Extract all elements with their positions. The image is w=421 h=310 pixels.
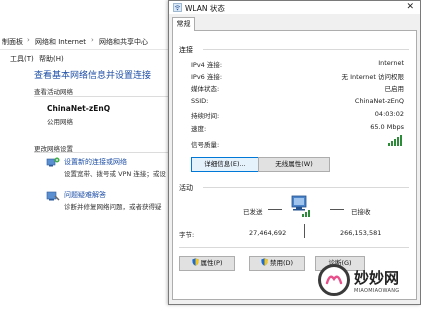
bytes-divider: [304, 224, 305, 238]
troubleshoot-icon: [46, 191, 60, 201]
breadcrumb-network-internet[interactable]: 网络和 Internet: [35, 37, 86, 47]
ipv6-value: 无 Internet 访问权限: [341, 73, 404, 81]
bytes-received-value: 266,153,581: [340, 229, 382, 237]
dialog-title: WLAN 状态: [185, 4, 225, 13]
uac-shield-icon: [191, 258, 199, 266]
divider: [34, 152, 168, 153]
new-connection-icon: [46, 157, 60, 167]
divider: [203, 49, 409, 50]
watermark-subtext: MIAOMIAOWANG: [354, 288, 400, 294]
divider: [34, 96, 168, 97]
disable-button[interactable]: 禁用(D): [249, 256, 305, 271]
menu-bar: 工具(T) 帮助(H): [0, 52, 168, 64]
signal-bar: [388, 143, 390, 146]
menu-tools[interactable]: 工具(T): [10, 54, 34, 64]
site-watermark: 妙妙网 MIAOMIAOWANG: [318, 258, 418, 303]
setup-connection-desc: 设置宽带、拨号或 VPN 连接；或设: [64, 170, 166, 178]
wireless-properties-button[interactable]: 无线属性(W): [258, 157, 330, 172]
ipv4-value: Internet: [378, 59, 404, 67]
media-state-value: 已启用: [384, 85, 405, 93]
ssid-label: SSID:: [191, 97, 209, 105]
network-type: 公用网络: [47, 118, 73, 126]
bytes-label: 字节:: [179, 231, 195, 239]
activity-line: [330, 209, 344, 210]
details-button[interactable]: 详细信息(E)...: [191, 157, 259, 172]
bytes-sent-value: 27,464,692: [249, 229, 287, 237]
divider: [179, 247, 409, 248]
received-label: 已接收: [351, 208, 371, 216]
sent-label: 已发送: [243, 208, 263, 216]
breadcrumb-separator-icon: ›: [91, 36, 94, 44]
setup-connection-link[interactable]: 设置新的连接或网络: [64, 157, 127, 167]
properties-button[interactable]: 属性(P): [179, 256, 235, 271]
connection-group-label: 连接: [179, 46, 193, 54]
signal-quality-label: 信号质量:: [191, 141, 220, 149]
signal-bar: [400, 135, 402, 146]
watermark-text: 妙妙网: [354, 269, 400, 287]
breadcrumb-separator-icon: ›: [27, 36, 30, 44]
media-state-label: 媒体状态:: [191, 85, 220, 93]
wifi-icon: [173, 3, 182, 12]
properties-button-label: 属性(P): [200, 259, 223, 267]
ipv6-label: IPv6 连接:: [191, 73, 223, 81]
speed-label: 速度:: [191, 125, 207, 133]
disable-button-label: 禁用(D): [269, 259, 294, 267]
dialog-titlebar[interactable]: WLAN 状态 ✕: [169, 1, 420, 14]
page-title: 查看基本网络信息并设置连接: [34, 71, 152, 81]
menu-help[interactable]: 帮助(H): [39, 54, 64, 64]
ipv4-label: IPv4 连接:: [191, 61, 223, 69]
tab-general[interactable]: 常规: [172, 17, 195, 31]
signal-bar: [397, 137, 399, 146]
uac-shield-icon: [261, 258, 268, 266]
network-activity-icon: [291, 195, 310, 217]
active-networks-label: 查看活动网络: [34, 88, 73, 96]
troubleshoot-link[interactable]: 问题疑难解答: [64, 190, 106, 200]
signal-bar: [394, 139, 396, 146]
activity-group-label: 活动: [179, 184, 193, 192]
speed-value: 65.0 Mbps: [370, 123, 404, 131]
troubleshoot-desc: 诊断并修复网络问题，或者获得疑: [64, 203, 162, 211]
watermark-logo-icon: [318, 264, 350, 296]
ssid-value: ChinaNet-zEnQ: [354, 97, 404, 105]
network-name: ChinaNet-zEnQ: [47, 104, 111, 113]
activity-line: [268, 209, 282, 210]
signal-bar: [391, 141, 393, 146]
duration-value: 04:03:02: [374, 110, 404, 118]
divider: [203, 187, 409, 188]
signal-strength-icon: [388, 135, 402, 146]
close-icon[interactable]: ✕: [406, 2, 414, 12]
duration-label: 持续时间:: [191, 112, 220, 120]
address-bar[interactable]: 制面板 › 网络和 Internet › 网络和共享中心: [0, 30, 168, 50]
breadcrumb-sharing-center[interactable]: 网络和共享中心: [99, 37, 148, 47]
breadcrumb-control-panel[interactable]: 制面板: [2, 37, 23, 47]
